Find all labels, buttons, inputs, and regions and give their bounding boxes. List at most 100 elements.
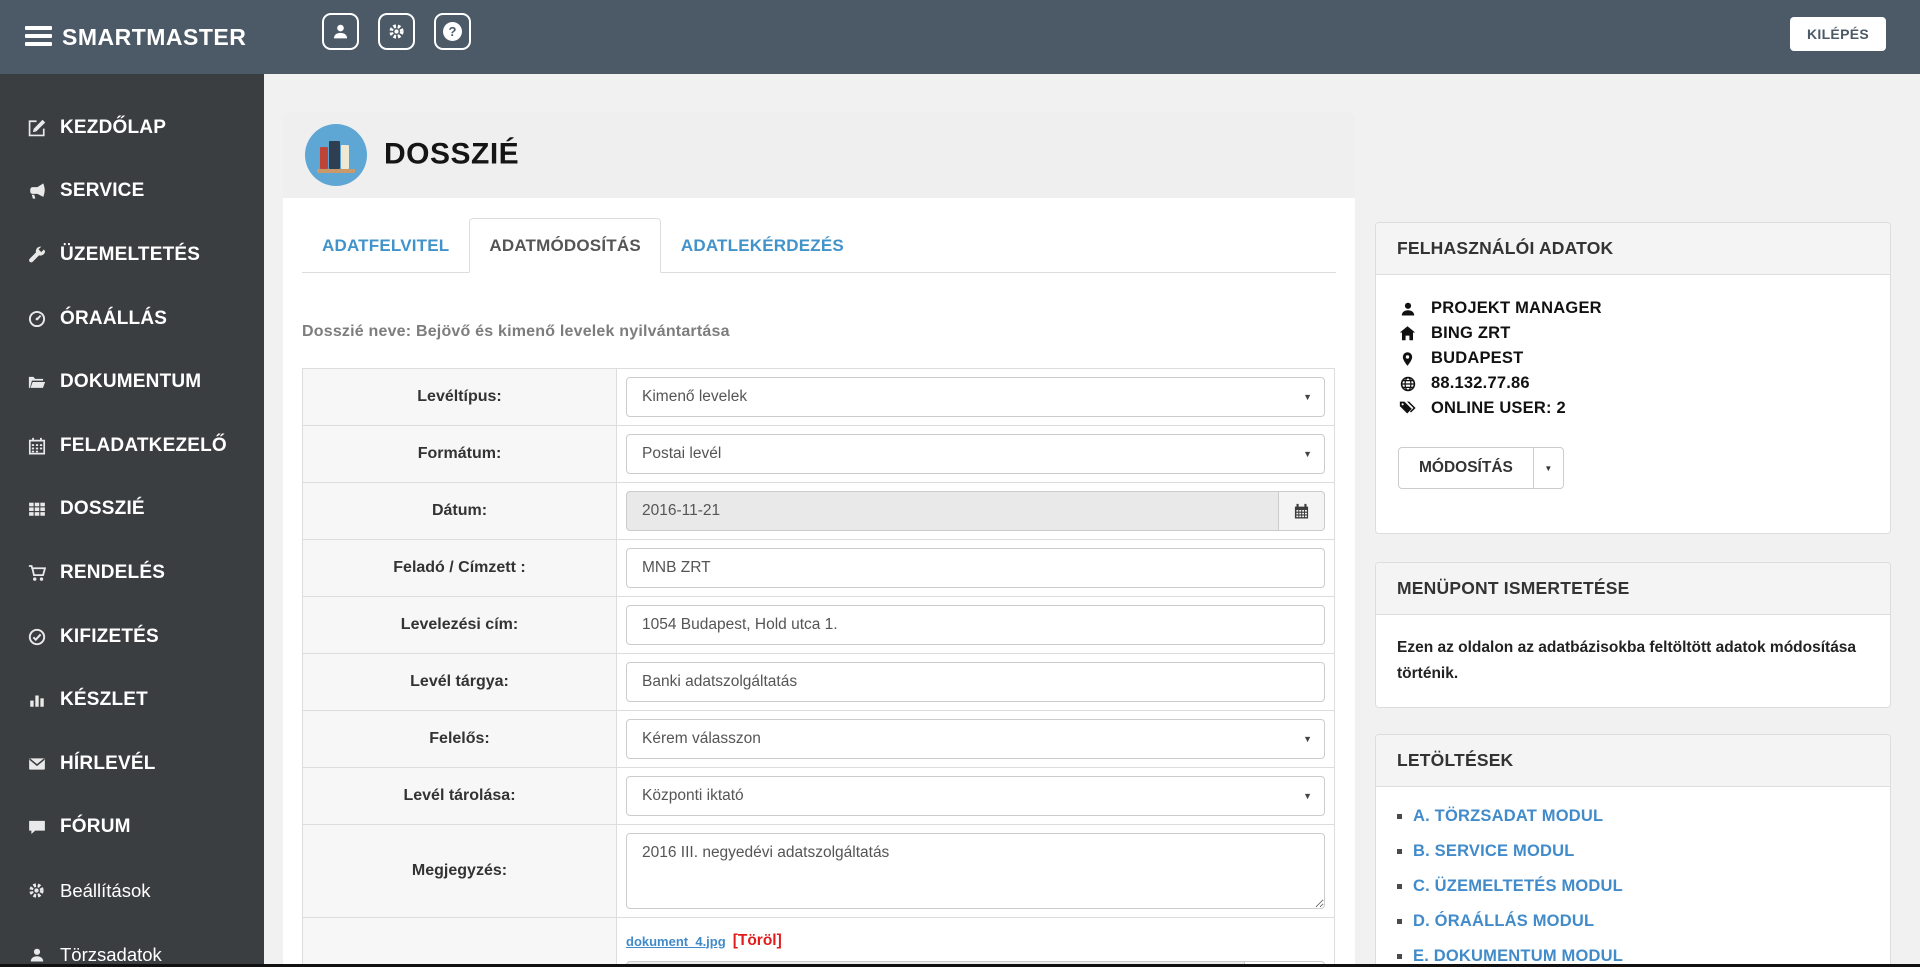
sidebar-item-torzsadatok[interactable]: Törzsadatok [0, 923, 264, 967]
form-row-fajl-feltoltes: Fájl feltöltés: dokument_4.jpg [Töröl] T… [303, 918, 1334, 967]
cart-icon [26, 564, 47, 582]
modify-split-button: MÓDOSÍTÁS ▼ [1398, 447, 1564, 489]
edit-icon [26, 119, 47, 137]
modify-dropdown-toggle[interactable]: ▼ [1532, 447, 1564, 489]
user-role-item: PROJEKT MANAGER [1397, 299, 1869, 318]
tab-adatfelvitel[interactable]: ADATFELVITEL [302, 218, 469, 273]
chevron-down-icon: ▼ [1303, 449, 1312, 459]
bullet-icon [1397, 849, 1402, 854]
map-marker-icon [1397, 351, 1418, 367]
tab-adatmodositas[interactable]: ADATMÓDOSÍTÁS [469, 218, 661, 273]
user-icon [332, 23, 349, 40]
globe-icon [1397, 376, 1418, 392]
sidebar-item-label: Beállítások [60, 879, 151, 901]
sidebar-item-label: KIFIZETÉS [60, 625, 159, 647]
sidebar-item-label: HÍRLEVÉL [60, 752, 156, 774]
field-label: Dátum: [303, 483, 617, 539]
selected-value: Központi iktató [642, 787, 744, 804]
sidebar-item-service[interactable]: SERVICE [0, 160, 264, 224]
check-circle-icon [26, 628, 47, 646]
felado-cimzett-input[interactable] [626, 548, 1325, 588]
modify-button[interactable]: MÓDOSÍTÁS [1398, 447, 1534, 489]
download-link-oraallas[interactable]: D. ÓRAÁLLÁS MODUL [1397, 912, 1869, 931]
menu-description-text: Ezen az oldalon az adatbázisokba feltölt… [1397, 639, 1857, 682]
selected-value: Kimenő levelek [642, 388, 748, 405]
page-header: DOSSZIÉ [283, 112, 1355, 198]
sidebar-item-label: SERVICE [60, 180, 145, 202]
user-city-item: BUDAPEST [1397, 349, 1869, 368]
edit-form: Levéltípus: Kimenő levelek ▼ Formátum: P… [302, 368, 1335, 967]
form-row-level-targya: Levél tárgya: [303, 654, 1334, 711]
comment-icon [26, 818, 47, 836]
sidebar-item-keszlet[interactable]: KÉSZLET [0, 668, 264, 732]
form-row-level-tarolasa: Levél tárolása: Központi iktató ▼ [303, 768, 1334, 825]
hamburger-menu-icon[interactable] [25, 26, 52, 50]
sidebar-item-forum[interactable]: FÓRUM [0, 796, 264, 860]
sidebar-item-label: KÉSZLET [60, 689, 148, 711]
sidebar: KEZDŐLAP SERVICE ÜZEMELTETÉS ÓRAÁLLÁS DO… [0, 74, 264, 967]
leveltipus-select[interactable]: Kimenő levelek ▼ [626, 377, 1325, 417]
field-label: Felelős: [303, 711, 617, 767]
gear-icon [388, 23, 405, 40]
sidebar-item-label: ÓRAÁLLÁS [60, 307, 168, 329]
user-icon [26, 947, 47, 963]
download-link-uzemeltetes[interactable]: C. ÜZEMELTETÉS MODUL [1397, 877, 1869, 896]
field-label: Levél tárolása: [303, 768, 617, 824]
bullet-icon [1397, 884, 1402, 889]
user-profile-button[interactable] [322, 13, 359, 50]
tags-icon [1397, 400, 1418, 417]
sidebar-item-kezdolap[interactable]: KEZDŐLAP [0, 96, 264, 160]
sidebar-item-uzemeltetes[interactable]: ÜZEMELTETÉS [0, 223, 264, 287]
chevron-down-icon: ▼ [1303, 791, 1312, 801]
logout-button[interactable]: KILÉPÉS [1789, 17, 1886, 51]
page-title: DOSSZIÉ [384, 137, 520, 171]
sidebar-item-beallitasok[interactable]: Beállítások [0, 859, 264, 923]
sidebar-item-label: ÜZEMELTETÉS [60, 243, 201, 265]
user-ip-item: 88.132.77.86 [1397, 374, 1869, 393]
chevron-down-icon: ▼ [1303, 734, 1312, 744]
calendar-icon[interactable] [1278, 491, 1325, 531]
level-targya-input[interactable] [626, 662, 1325, 702]
download-link-service[interactable]: B. SERVICE MODUL [1397, 842, 1869, 861]
sidebar-item-label: FÓRUM [60, 816, 131, 838]
gear-icon [26, 882, 47, 899]
form-row-datum: Dátum: [303, 483, 1334, 540]
megjegyzes-textarea[interactable]: 2016 III. negyedévi adatszolgáltatás [626, 833, 1325, 909]
level-tarolasa-select[interactable]: Központi iktató ▼ [626, 776, 1325, 816]
tab-adatlekerdezes[interactable]: ADATLEKÉRDEZÉS [661, 218, 864, 273]
help-button[interactable]: ? [434, 13, 471, 50]
delete-file-link[interactable]: [Töröl] [733, 932, 782, 950]
sidebar-item-label: KEZDŐLAP [60, 116, 167, 138]
uploaded-file-link[interactable]: dokument_4.jpg [626, 934, 726, 949]
download-link-torzsadat[interactable]: A. TÖRZSADAT MODUL [1397, 807, 1869, 826]
menu-description-panel: MENÜPONT ISMERTETÉSE Ezen az oldalon az … [1375, 562, 1891, 708]
form-row-felelos: Felelős: Kérem válasszon ▼ [303, 711, 1334, 768]
sidebar-item-rendeles[interactable]: RENDELÉS [0, 541, 264, 605]
sidebar-item-hirlevel[interactable]: HÍRLEVÉL [0, 732, 264, 796]
sidebar-item-label: RENDELÉS [60, 561, 166, 583]
felelos-select[interactable]: Kérem válasszon ▼ [626, 719, 1325, 759]
field-label: Fájl feltöltés: [303, 918, 617, 967]
sidebar-item-dokumentum[interactable]: DOKUMENTUM [0, 350, 264, 414]
gauge-icon [26, 310, 47, 328]
calendar-icon [26, 437, 47, 455]
sidebar-item-label: FELADATKEZELŐ [60, 434, 227, 456]
sidebar-item-oraallas[interactable]: ÓRAÁLLÁS [0, 287, 264, 351]
bullet-icon [1397, 954, 1402, 959]
user-icon [1397, 301, 1418, 317]
settings-button[interactable] [378, 13, 415, 50]
online-users-item: ONLINE USER: 2 [1397, 399, 1869, 418]
form-row-formatum: Formátum: Postai levél ▼ [303, 426, 1334, 483]
books-icon [305, 124, 367, 186]
sidebar-item-kifizetes[interactable]: KIFIZETÉS [0, 605, 264, 669]
panel-title: MENÜPONT ISMERTETÉSE [1376, 563, 1890, 615]
dossier-name-label: Dosszié neve: Bejövő és kimenő levelek n… [302, 323, 730, 340]
formatum-select[interactable]: Postai levél ▼ [626, 434, 1325, 474]
folder-icon [26, 373, 47, 391]
topbar: SMARTMASTER ? KILÉPÉS [0, 0, 1920, 74]
wrench-icon [26, 246, 47, 264]
levelezesi-cim-input[interactable] [626, 605, 1325, 645]
sidebar-item-dosszie[interactable]: DOSSZIÉ [0, 478, 264, 542]
sidebar-item-feladatkezelo[interactable]: FELADATKEZELŐ [0, 414, 264, 478]
datum-input[interactable] [626, 491, 1278, 531]
